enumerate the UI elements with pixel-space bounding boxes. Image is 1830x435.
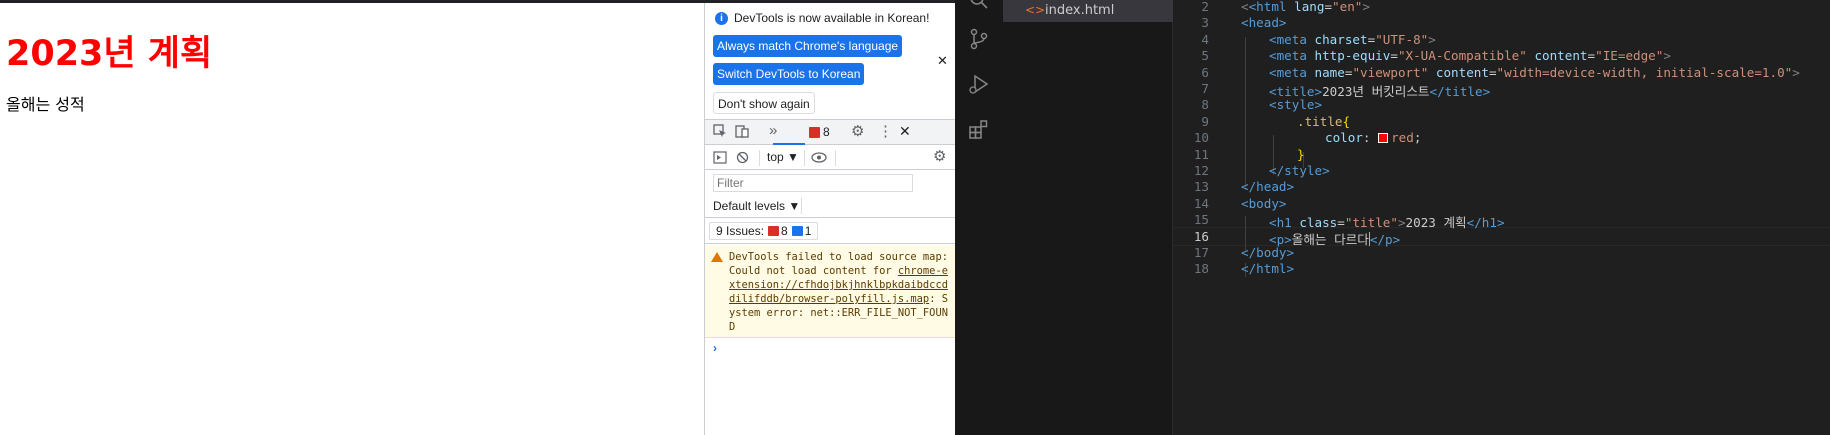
settings-gear-icon[interactable]: ⚙ [851, 122, 864, 140]
language-infobar: i DevTools is now available in Korean! A… [705, 3, 955, 115]
line-number: 8 [1201, 97, 1209, 113]
line-number: 2 [1201, 0, 1209, 14]
filter-row [705, 170, 955, 194]
issues-row: 9 Issues: 8 1 [705, 218, 955, 244]
issues-blue-count: 1 [804, 224, 812, 238]
console-settings-gear-icon[interactable]: ⚙ [933, 147, 946, 165]
default-levels-dropdown[interactable]: Default levels ▼ [713, 199, 800, 213]
sidebar-toggle-icon[interactable] [713, 151, 727, 164]
indent-guide [1245, 37, 1246, 190]
more-tabs-icon[interactable]: » [769, 122, 777, 139]
activity-bar [955, 0, 1003, 435]
context-selector[interactable]: top ▼ [767, 150, 799, 164]
code-editor-window: <> index.html 2 3 4 5 6 7 8 9 10 11 12 13 14 15 16 17 18… [955, 0, 1830, 435]
code-line: <body> [1241, 195, 1287, 211]
html-file-icon: <> [1025, 3, 1046, 17]
code-line: </style> [1269, 163, 1330, 178]
error-badge-icon [768, 226, 780, 236]
page-preview: 2023년 계획 올해는 성적 [0, 3, 704, 435]
code-area[interactable]: 2 3 4 5 6 7 8 9 10 11 12 13 14 15 16 17 18 <<html lang="… [1173, 0, 1830, 435]
device-toolbar-icon[interactable] [735, 124, 749, 138]
issues-red-count: 8 [781, 224, 788, 238]
error-badge-icon [809, 127, 820, 138]
code-line: <meta name="viewport" content="width=dev… [1269, 64, 1800, 80]
line-number: 5 [1201, 48, 1209, 64]
clear-console-icon[interactable] [736, 151, 749, 164]
console-toolbar: top ▼ ⚙ [705, 146, 955, 170]
devtools-panel: i DevTools is now available in Korean! A… [704, 3, 955, 435]
code-line: .title{ [1297, 113, 1351, 129]
line-number: 7 [1201, 81, 1209, 96]
match-language-button[interactable]: Always match Chrome's language [713, 35, 903, 57]
levels-row: Default levels ▼ [705, 194, 955, 218]
active-tab-indicator [773, 143, 805, 145]
live-expression-eye-icon[interactable] [811, 152, 827, 163]
line-number: 14 [1193, 195, 1209, 211]
console-warning-message: DevTools failed to load source map: Coul… [705, 245, 955, 338]
line-number: 16 [1193, 228, 1209, 244]
devtools-tabbar: » 8 ⚙ ⋮ ✕ [705, 119, 955, 145]
page-heading: 2023년 계획 [6, 34, 213, 74]
dont-show-again-button[interactable]: Don't show again [713, 92, 815, 114]
warning-icon [711, 252, 723, 262]
code-line: <head> [1241, 15, 1287, 31]
code-line: color: red; [1325, 130, 1422, 146]
code-line: <<html lang="en"> [1241, 0, 1370, 14]
close-icon[interactable]: ✕ [937, 53, 948, 69]
code-line: </head> [1241, 179, 1295, 195]
switch-korean-button[interactable]: Switch DevTools to Korean [713, 63, 865, 85]
infobar-message: DevTools is now available in Korean! [734, 11, 930, 25]
code-line: <meta http-equiv="X-UA-Compatible" conte… [1269, 48, 1671, 64]
color-swatch-icon[interactable] [1378, 133, 1389, 144]
close-devtools-icon[interactable]: ✕ [899, 123, 911, 140]
kebab-menu-icon[interactable]: ⋮ [878, 122, 893, 140]
page-paragraph: 올해는 성적 [6, 95, 85, 114]
extensions-icon[interactable] [968, 118, 990, 140]
code-line: </body> [1241, 245, 1295, 260]
line-number: 4 [1201, 31, 1209, 47]
line-number: 17 [1193, 245, 1209, 260]
console-prompt[interactable]: › [713, 341, 717, 355]
search-icon[interactable] [968, 0, 990, 16]
run-debug-icon[interactable] [968, 73, 990, 95]
line-number: 12 [1193, 163, 1209, 178]
file-explorer: <> index.html [1003, 0, 1173, 435]
filter-input[interactable] [713, 174, 913, 192]
info-badge-icon [791, 226, 803, 236]
info-icon: i [715, 12, 728, 25]
inspect-element-icon[interactable] [713, 124, 727, 138]
line-number: 15 [1193, 212, 1209, 228]
file-name: index.html [1045, 3, 1115, 18]
issues-label: 9 Issues: [716, 224, 765, 238]
code-line: </html> [1241, 261, 1295, 277]
file-item-index-html[interactable]: <> index.html [1003, 0, 1173, 22]
code-line: <style> [1269, 97, 1323, 113]
line-number: 18 [1193, 261, 1209, 277]
line-number: 3 [1201, 15, 1209, 31]
line-number: 9 [1201, 113, 1209, 129]
line-number: 13 [1193, 179, 1209, 195]
line-number: 11 [1193, 146, 1209, 162]
code-line: } [1297, 146, 1305, 162]
error-count[interactable]: 8 [823, 125, 830, 139]
line-number: 10 [1193, 130, 1209, 146]
code-line: <meta charset="UTF-8"> [1269, 31, 1436, 47]
line-number: 6 [1201, 64, 1209, 80]
issues-button[interactable]: 9 Issues: 8 1 [709, 222, 819, 240]
source-control-icon[interactable] [968, 28, 990, 50]
